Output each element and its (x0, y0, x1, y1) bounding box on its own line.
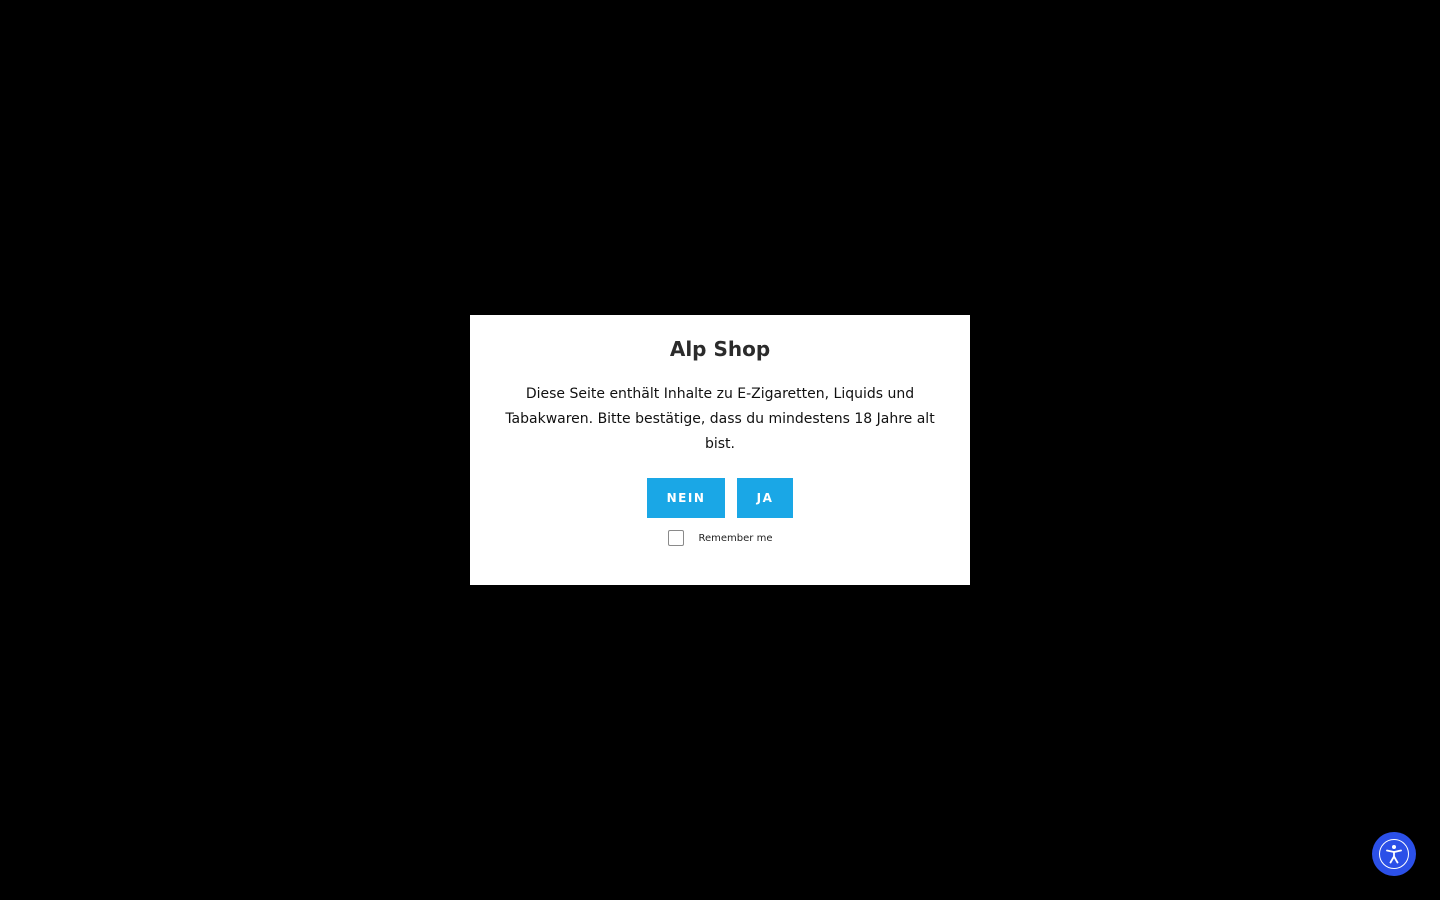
accessibility-person-icon (1379, 839, 1409, 869)
remember-me-row: Remember me (504, 530, 936, 546)
age-verification-dialog: Alp Shop Diese Seite enthält Inhalte zu … (470, 315, 970, 585)
yes-button[interactable]: JA (737, 478, 793, 518)
accessibility-button[interactable] (1372, 832, 1416, 876)
dialog-message: Diese Seite enthält Inhalte zu E-Zigaret… (505, 386, 935, 452)
dialog-button-row: NEIN JA (504, 478, 936, 518)
remember-me-label[interactable]: Remember me (699, 533, 773, 544)
dialog-title: Alp Shop (669, 337, 771, 361)
no-button[interactable]: NEIN (647, 478, 725, 518)
remember-me-checkbox[interactable] (667, 530, 684, 546)
